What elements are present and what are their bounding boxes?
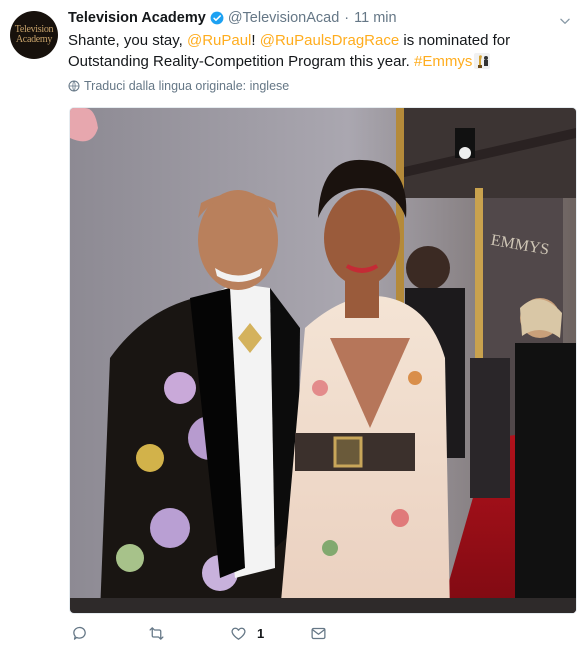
avatar-line-2: Academy — [15, 34, 53, 45]
verified-badge-icon — [210, 11, 224, 25]
chevron-down-icon[interactable] — [558, 14, 572, 28]
translate-label: Traduci dalla lingua originale: inglese — [84, 79, 290, 93]
direct-message-button[interactable] — [310, 625, 327, 642]
hashtag-emmys[interactable]: #Emmys — [414, 53, 472, 70]
like-count: 1 — [257, 626, 265, 641]
tweet-text: Shante, you stay, @RuPaul! @RuPaulsDragR… — [68, 30, 568, 72]
reply-icon — [73, 626, 86, 640]
photo-image: EMMYS — [70, 108, 576, 613]
time-separator: · — [344, 10, 350, 26]
tweet-timestamp[interactable]: 11 min — [354, 10, 396, 26]
tweet-actions: 1 — [68, 625, 368, 645]
tweet-photo[interactable]: EMMYS — [69, 107, 577, 614]
envelope-icon — [311, 627, 326, 640]
globe-icon — [68, 80, 80, 92]
mention-rupaulsdragrace[interactable]: @RuPaulsDragRace — [260, 32, 399, 49]
tweet-text-part2: ! — [251, 32, 260, 49]
reply-button[interactable] — [71, 625, 88, 642]
author-name[interactable]: Television Academy — [68, 10, 206, 26]
mention-rupaul[interactable]: @RuPaul — [187, 32, 251, 49]
like-button[interactable]: 1 — [230, 625, 264, 642]
emmys-statuette-emoji-icon — [474, 53, 491, 69]
tweet-header: Television Academy @TelevisionAcad · 11 … — [68, 10, 397, 26]
tweet-text-part1: Shante, you stay, — [68, 32, 187, 49]
translate-link[interactable]: Traduci dalla lingua originale: inglese — [68, 79, 289, 93]
retweet-icon — [149, 627, 164, 640]
heart-icon — [231, 627, 246, 640]
avatar[interactable]: Television Academy — [10, 11, 58, 59]
retweet-button[interactable] — [148, 625, 165, 642]
author-handle[interactable]: @TelevisionAcad — [228, 10, 339, 26]
